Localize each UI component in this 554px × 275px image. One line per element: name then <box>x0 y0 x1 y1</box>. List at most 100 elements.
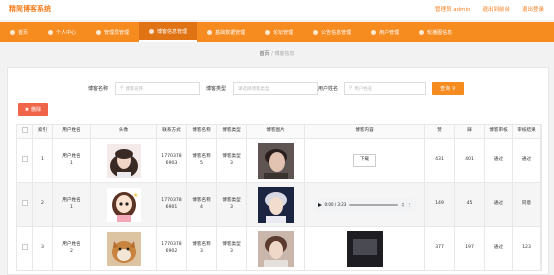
user-name-cell: 用户姓名 2 <box>52 226 91 271</box>
logout-link[interactable]: 退出登录 <box>522 5 544 13</box>
delete-button[interactable]: ✖ 删除 <box>18 103 48 116</box>
review-cell[interactable]: 通过 <box>484 182 513 227</box>
admin-link[interactable]: 管理员 admin <box>435 5 470 13</box>
breadcrumb-home[interactable]: 首页 <box>260 51 270 57</box>
search-icon: ⚲ <box>349 86 353 91</box>
user-name-cell: 用户姓名 1 <box>52 182 91 227</box>
table-row: 1 用户姓名 1 1770378 6903 博客名称 5 博客类型 3 下载 431 401 通… <box>16 138 542 183</box>
avatar-cell: ★ <box>90 182 157 227</box>
blog-image-cell <box>246 226 305 271</box>
play-icon[interactable] <box>317 202 322 207</box>
download-button[interactable]: 下载 <box>353 154 376 167</box>
video-player[interactable] <box>346 230 383 267</box>
search-icon: ⚲ <box>452 85 456 92</box>
blog-table: 索引 用户姓名 头像 联系方式 博客名称 博客类型 博客图片 博客内容赞踩博客审核 审核结果 1… <box>16 124 542 271</box>
circle-icon <box>265 29 271 35</box>
nav-item[interactable]: 博客信息管理 <box>139 22 198 42</box>
blog-image <box>257 186 294 223</box>
row-checkbox[interactable] <box>21 243 28 250</box>
user-search-placeholder: 用户姓名 <box>354 86 373 92</box>
nav-item[interactable]: 首页 <box>0 22 38 42</box>
breadcrumb-current: 博客信息 <box>274 51 295 57</box>
nav-item-label: 用户管理 <box>379 29 400 36</box>
blog-content-cell <box>304 226 425 271</box>
nav-item[interactable]: 论坛管理 <box>255 22 303 42</box>
circle-icon <box>313 29 319 35</box>
audio-progress[interactable] <box>349 203 398 206</box>
phone-cell: 1770378 6901 <box>156 182 187 227</box>
circle-icon <box>419 29 425 35</box>
blog-image-cell <box>246 138 305 183</box>
result-cell: 通过 <box>512 138 541 183</box>
index-cell: 3 <box>32 226 53 271</box>
type-select[interactable]: 请选择博客类型 <box>233 82 318 95</box>
nav-item-label: 轮播图信息 <box>427 29 453 36</box>
result-cell: 同意 <box>512 182 541 227</box>
likes-cell: 431 <box>424 138 455 183</box>
blog-type-cell: 博客类型 3 <box>216 182 247 227</box>
type-filter-label: 博客类型 <box>206 86 227 92</box>
search-button-label: 查询 <box>440 86 451 92</box>
nav-item[interactable]: 基础数据管理 <box>197 22 255 42</box>
spacer-cell <box>540 138 542 183</box>
blog-image <box>257 142 294 179</box>
name-search-input[interactable]: ⚲ 博客名称 <box>115 82 200 95</box>
top-header: 精简博客系统 管理员 admin 退出到前台 退出登录 <box>0 0 554 20</box>
nav-item-label: 个人中心 <box>56 29 77 36</box>
likes-cell: 377 <box>424 226 455 271</box>
review-cell[interactable]: 通过 <box>484 226 513 271</box>
column-header: 博客审核 <box>484 124 513 139</box>
result-cell: 123 <box>512 226 541 271</box>
blog-content-cell: 下载 <box>304 138 425 183</box>
content-card: 博客名称 ⚲ 博客名称 博客类型 请选择博客类型 用户姓名 ⚲ 用户姓名 查询 … <box>7 67 549 275</box>
row-checkbox-cell[interactable] <box>16 226 33 271</box>
review-cell[interactable]: 通过 <box>484 138 513 183</box>
column-header: 头像 <box>90 124 157 139</box>
table-header-row: 索引 用户姓名 头像 联系方式 博客名称 博客类型 博客图片 博客内容赞踩博客审核 审核结果 <box>16 124 542 139</box>
nav-item-label: 博客信息管理 <box>157 28 188 35</box>
row-checkbox-cell[interactable] <box>16 182 33 227</box>
column-header: 博客图片 <box>246 124 305 139</box>
nav-item[interactable]: 管理员管理 <box>86 22 139 42</box>
column-header: 踩 <box>454 124 485 139</box>
select-all-checkbox-cell[interactable] <box>16 124 33 139</box>
nav-item[interactable]: 公告信息管理 <box>303 22 361 42</box>
nav-item[interactable]: 用户管理 <box>361 22 409 42</box>
more-icon[interactable]: ⋮ <box>408 202 412 207</box>
nav-item-label: 论坛管理 <box>273 29 294 36</box>
go-frontend-link[interactable]: 退出到前台 <box>482 5 510 13</box>
spacer-cell <box>540 182 542 227</box>
blog-name-cell: 博客名称 3 <box>186 226 217 271</box>
search-button[interactable]: 查询 ⚲ <box>432 82 464 95</box>
nav-item-label: 基础数据管理 <box>215 29 246 36</box>
svg-text:★: ★ <box>133 192 138 199</box>
user-filter-label: 用户姓名 <box>318 86 339 92</box>
blog-image <box>257 230 294 267</box>
audio-player[interactable]: 0:00 / 3:23 ♫ ⋮ <box>312 197 417 212</box>
spacer-cell <box>540 226 542 271</box>
column-header: 审核结果 <box>512 124 541 139</box>
avatar: ★ <box>106 187 141 222</box>
column-header: 索引 <box>32 124 53 139</box>
blog-name-cell: 博客名称 5 <box>186 138 217 183</box>
circle-icon <box>48 29 54 35</box>
spacer-cell <box>540 124 542 139</box>
name-search-placeholder: 博客名称 <box>125 86 144 92</box>
nav-item[interactable]: 个人中心 <box>38 22 86 42</box>
phone-cell: 1770378 6902 <box>156 226 187 271</box>
phone-cell: 1770378 6903 <box>156 138 187 183</box>
row-checkbox[interactable] <box>21 199 28 206</box>
select-all-checkbox[interactable] <box>21 126 28 133</box>
table-row: 2 用户姓名 1 ★ 1770378 6901 博客名称 4 博客类型 3 0:00 / 3… <box>16 182 542 227</box>
user-search-input[interactable]: ⚲ 用户姓名 <box>344 82 426 95</box>
nav-item[interactable]: 轮播图信息 <box>409 22 462 42</box>
delete-button-label: 删除 <box>31 107 42 113</box>
volume-icon[interactable]: ♫ <box>401 202 405 207</box>
user-name-cell: 用户姓名 1 <box>52 138 91 183</box>
row-checkbox[interactable] <box>21 155 28 162</box>
blog-name-cell: 博客名称 4 <box>186 182 217 227</box>
avatar <box>106 143 141 178</box>
row-checkbox-cell[interactable] <box>16 138 33 183</box>
filter-bar: 博客名称 ⚲ 博客名称 博客类型 请选择博客类型 用户姓名 ⚲ 用户姓名 查询 … <box>8 82 548 96</box>
header-links: 管理员 admin 退出到前台 退出登录 <box>435 5 544 13</box>
